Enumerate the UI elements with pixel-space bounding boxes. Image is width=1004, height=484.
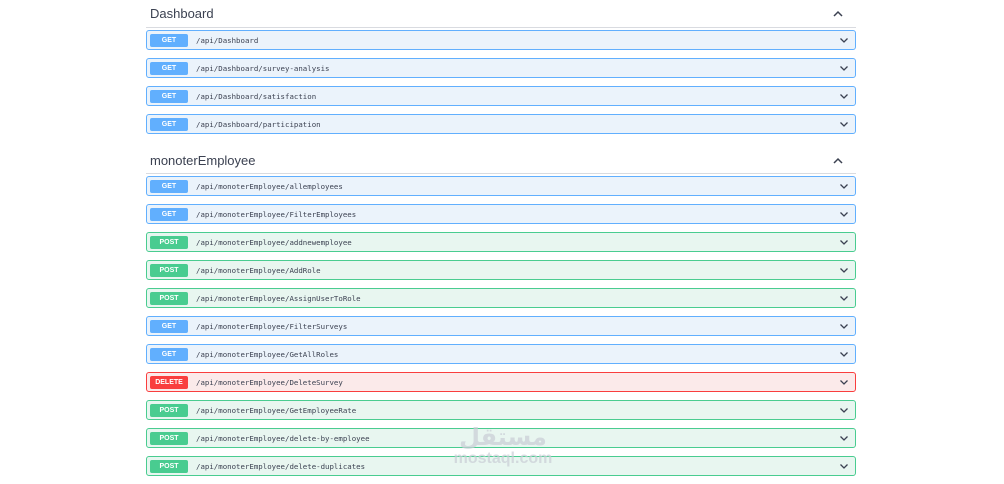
chevron-down-icon[interactable] [839, 349, 849, 359]
method-badge: POST [150, 291, 188, 305]
chevron-down-icon[interactable] [839, 237, 849, 247]
operation-row[interactable]: GET /api/monoterEmployee/FilterEmployees [146, 204, 856, 224]
method-badge: POST [150, 263, 188, 277]
method-badge: POST [150, 459, 188, 473]
operation-path: /api/monoterEmployee/GetAllRoles [196, 349, 339, 359]
operation-path: /api/monoterEmployee/AddRole [196, 265, 321, 275]
section-dashboard: Dashboard GET /api/Dashboard GET /api/Da… [146, 0, 856, 134]
method-badge: POST [150, 403, 188, 417]
operation-path: /api/Dashboard [196, 35, 259, 45]
operation-row[interactable]: GET /api/monoterEmployee/allemployees [146, 176, 856, 196]
operation-path: /api/Dashboard/participation [196, 119, 321, 129]
operation-path: /api/monoterEmployee/addnewemployee [196, 237, 352, 247]
chevron-down-icon[interactable] [839, 209, 849, 219]
method-badge: GET [150, 179, 188, 193]
method-badge: POST [150, 235, 188, 249]
section-title: monoterEmployee [150, 153, 256, 168]
method-badge: DELETE [150, 375, 188, 389]
api-docs: Dashboard GET /api/Dashboard GET /api/Da… [146, 0, 856, 484]
chevron-down-icon[interactable] [839, 321, 849, 331]
operation-row[interactable]: POST /api/monoterEmployee/GetEmployeeRat… [146, 400, 856, 420]
operation-path: /api/Dashboard/satisfaction [196, 91, 317, 101]
method-badge: GET [150, 207, 188, 221]
chevron-down-icon[interactable] [839, 433, 849, 443]
chevron-up-icon[interactable] [832, 8, 844, 20]
operation-row[interactable]: POST /api/monoterEmployee/delete-by-empl… [146, 428, 856, 448]
section-header-dashboard[interactable]: Dashboard [146, 0, 856, 28]
operation-path: /api/monoterEmployee/AssignUserToRole [196, 293, 361, 303]
operation-row[interactable]: GET /api/Dashboard [146, 30, 856, 50]
operations-list: GET /api/Dashboard GET /api/Dashboard/su… [146, 28, 856, 134]
operation-path: /api/monoterEmployee/DeleteSurvey [196, 377, 343, 387]
method-badge: GET [150, 33, 188, 47]
operation-path: /api/Dashboard/survey-analysis [196, 63, 330, 73]
operation-path: /api/monoterEmployee/GetEmployeeRate [196, 405, 357, 415]
chevron-down-icon[interactable] [839, 405, 849, 415]
section-monoter-employee: monoterEmployee GET /api/monoterEmployee… [146, 148, 856, 476]
chevron-down-icon[interactable] [839, 377, 849, 387]
chevron-down-icon[interactable] [839, 293, 849, 303]
chevron-down-icon[interactable] [839, 461, 849, 471]
operation-row[interactable]: POST /api/monoterEmployee/delete-duplica… [146, 456, 856, 476]
chevron-down-icon[interactable] [839, 119, 849, 129]
operation-row[interactable]: GET /api/Dashboard/participation [146, 114, 856, 134]
chevron-down-icon[interactable] [839, 181, 849, 191]
operation-path: /api/monoterEmployee/allemployees [196, 181, 343, 191]
operation-row[interactable]: POST /api/monoterEmployee/AssignUserToRo… [146, 288, 856, 308]
operation-path: /api/monoterEmployee/delete-by-employee [196, 433, 370, 443]
operation-row[interactable]: DELETE /api/monoterEmployee/DeleteSurvey [146, 372, 856, 392]
operation-row[interactable]: GET /api/Dashboard/satisfaction [146, 86, 856, 106]
method-badge: GET [150, 61, 188, 75]
chevron-up-icon[interactable] [832, 155, 844, 167]
method-badge: POST [150, 431, 188, 445]
operation-row[interactable]: POST /api/monoterEmployee/addnewemployee [146, 232, 856, 252]
chevron-down-icon[interactable] [839, 63, 849, 73]
method-badge: GET [150, 319, 188, 333]
chevron-down-icon[interactable] [839, 265, 849, 275]
method-badge: GET [150, 347, 188, 361]
operations-list: GET /api/monoterEmployee/allemployees GE… [146, 174, 856, 476]
section-title: Dashboard [150, 6, 214, 21]
operation-row[interactable]: GET /api/monoterEmployee/FilterSurveys [146, 316, 856, 336]
chevron-down-icon[interactable] [839, 91, 849, 101]
operation-row[interactable]: POST /api/monoterEmployee/AddRole [146, 260, 856, 280]
section-header-monoter-employee[interactable]: monoterEmployee [146, 148, 856, 174]
method-badge: GET [150, 117, 188, 131]
method-badge: GET [150, 89, 188, 103]
chevron-down-icon[interactable] [839, 35, 849, 45]
operation-path: /api/monoterEmployee/FilterEmployees [196, 209, 357, 219]
operation-row[interactable]: GET /api/monoterEmployee/GetAllRoles [146, 344, 856, 364]
operation-path: /api/monoterEmployee/FilterSurveys [196, 321, 348, 331]
operation-path: /api/monoterEmployee/delete-duplicates [196, 461, 366, 471]
operation-row[interactable]: GET /api/Dashboard/survey-analysis [146, 58, 856, 78]
